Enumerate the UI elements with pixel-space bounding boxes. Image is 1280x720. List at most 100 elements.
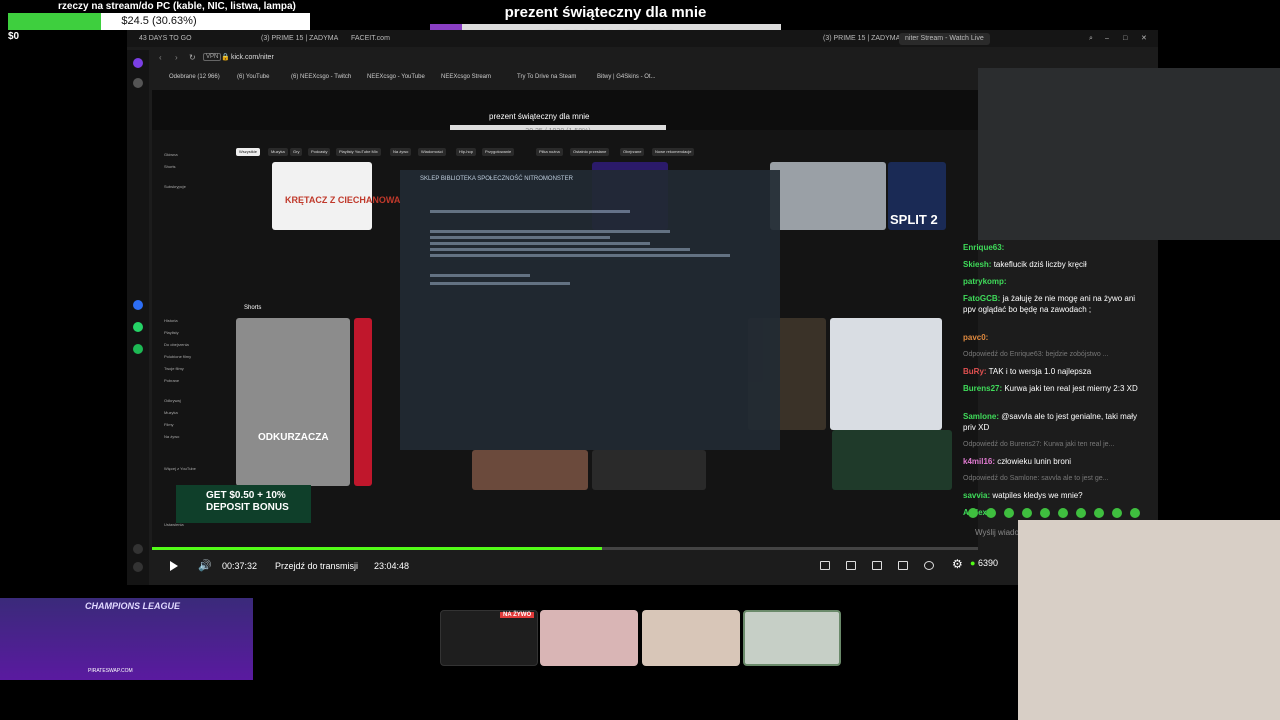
chat-username[interactable]: Skiesh: [963, 260, 991, 269]
yt-chip-new[interactable]: Nowe rekomendacje [652, 148, 695, 156]
yt-nav-your-videos[interactable]: Twoje filmy [164, 366, 184, 371]
chat-message: Enrique63: [963, 242, 1148, 253]
stream-progress-bar[interactable] [152, 547, 978, 550]
fullscreen-icon[interactable] [898, 561, 908, 570]
gear-icon[interactable]: ⚙ [952, 557, 963, 571]
yt-thumb-f1[interactable] [770, 162, 886, 230]
emote-icon[interactable] [1004, 508, 1014, 518]
yt-chip-live[interactable]: Na żywo [390, 148, 412, 156]
chat-username[interactable]: Burens27: [963, 384, 1002, 393]
steam-dialog-tabs: SKLEP BIBLIOTEKA SPOŁECZNOŚĆ NITROMONSTE… [420, 176, 573, 182]
chat-username[interactable]: FatoGCB: [963, 294, 1000, 303]
emote-icon[interactable] [968, 508, 978, 518]
scene-thumb-4[interactable] [743, 610, 841, 666]
messenger-icon[interactable] [133, 300, 143, 310]
yt-nav-downloads[interactable]: Pobrane [164, 378, 179, 383]
yt-short-red[interactable] [354, 318, 372, 486]
quality-icon[interactable] [924, 561, 934, 570]
address-bar[interactable]: ‹ › ↻ VPN 🔒 kick.com/niter [149, 50, 1158, 68]
emote-icon[interactable] [1130, 508, 1140, 518]
chat-username[interactable]: pavc0: [963, 333, 988, 342]
yt-nav-shorts[interactable]: Shorts [164, 164, 176, 169]
yt-chip-football[interactable]: Piłka nożna [536, 148, 563, 156]
home-icon[interactable] [133, 58, 143, 68]
emote-icon[interactable] [1076, 508, 1086, 518]
scene-thumb-1[interactable] [440, 610, 538, 666]
tab-kick-stream[interactable]: niter Stream - Watch Live [899, 33, 990, 45]
reload-icon[interactable]: ↻ [189, 53, 196, 62]
yt-chip-games[interactable]: Gry [290, 148, 303, 156]
yt-nav-watch-later[interactable]: Do obejrzenia [164, 342, 189, 347]
yt-nav-home[interactable]: Główna [164, 152, 178, 157]
tab-faceit[interactable]: FACEIT.com [345, 33, 396, 45]
chat-username[interactable]: patrykomp: [963, 277, 1007, 286]
play-icon[interactable] [170, 561, 178, 571]
yt-chip-news[interactable]: Wiadomości [418, 148, 446, 156]
minimize-icon[interactable]: – [1099, 33, 1115, 45]
back-icon[interactable]: ‹ [159, 53, 162, 62]
tab-countdown[interactable]: 43 DAYS TO GO [133, 33, 198, 45]
yt-chip-podcasts[interactable]: Podcasty [308, 148, 331, 156]
scene-thumb-3[interactable] [642, 610, 740, 666]
yt-chip-music[interactable]: Muzyka [268, 148, 288, 156]
chat-username[interactable]: savvia: [963, 491, 990, 500]
vpn-badge[interactable]: VPN [203, 53, 222, 61]
scene-thumb-2[interactable] [540, 610, 638, 666]
steam-chat-dialog[interactable]: SKLEP BIBLIOTEKA SPOŁECZNOŚĆ NITROMONSTE… [400, 170, 780, 450]
bookmark-neex-youtube[interactable]: NEEXcsgo - YouTube [367, 74, 425, 80]
yt-chip-all[interactable]: Wszystkie [236, 148, 260, 156]
emote-icon[interactable] [1094, 508, 1104, 518]
clip-icon[interactable] [846, 561, 856, 570]
forward-icon[interactable]: › [175, 53, 178, 62]
tab-prime-2[interactable]: (3) PRIME 15 | ZADYMA [817, 33, 906, 45]
chat-username[interactable]: Enrique63: [963, 243, 1004, 252]
go-to-live-button[interactable]: Przejdź do transmisji [275, 561, 358, 571]
emote-icon[interactable] [986, 508, 996, 518]
pin-icon[interactable] [133, 78, 143, 88]
yt-chip-mix[interactable]: Playlisty YouTube Mix [336, 148, 381, 156]
chat-username[interactable]: BuRy: [963, 367, 987, 376]
emote-icon[interactable] [1058, 508, 1068, 518]
emote-icon[interactable] [1112, 508, 1122, 518]
volume-icon[interactable]: 🔊 [198, 559, 212, 572]
yt-short-snow[interactable] [830, 318, 942, 430]
bookmark-neex-stream[interactable]: NEEXcsgo Stream [441, 74, 491, 80]
bookmark-g4skins[interactable]: Bitwy | G4Skins - Ot... [597, 74, 656, 80]
yt-short-car[interactable] [236, 318, 350, 486]
tab-prime-1[interactable]: (3) PRIME 15 | ZADYMA [255, 33, 344, 45]
url-text[interactable]: kick.com/niter [231, 54, 274, 61]
heart-icon[interactable] [133, 544, 143, 554]
yt-chip-watched[interactable]: Obejrzane [620, 148, 645, 156]
yt-chip-hiphop[interactable]: Hip-hop [456, 148, 477, 156]
yt-nav-playlists[interactable]: Playlisty [164, 330, 179, 335]
pip-icon[interactable] [820, 561, 830, 570]
bookmark-twitch[interactable]: (6) NEEXcsgo - Twitch [291, 74, 351, 80]
history-icon[interactable] [133, 562, 143, 572]
bookmark-steam[interactable]: Try To Drive na Steam [517, 74, 576, 80]
yt-nav-subscriptions[interactable]: Subskrypcje [164, 184, 186, 189]
stream-video[interactable]: prezent świąteczny dla mnie 30.25 / 1920… [152, 90, 978, 550]
yt-nav-music[interactable]: Muzyka [164, 410, 178, 415]
bookmark-gmail[interactable]: Odebrane (12 966) [169, 74, 220, 80]
bookmark-youtube[interactable]: (6) YouTube [237, 74, 269, 80]
yt-chip-prep[interactable]: Przygotowanie [482, 148, 515, 156]
webcam-bottom [1018, 520, 1280, 720]
chat-username[interactable]: k4mil16: [963, 457, 995, 466]
search-icon[interactable]: ⌕ [1083, 33, 1099, 45]
yt-nav-liked[interactable]: Polubione filmy [164, 354, 191, 359]
maximize-icon[interactable]: □ [1117, 33, 1133, 45]
yt-nav-live[interactable]: Na żywo [164, 434, 179, 439]
yt-chip-recent[interactable]: Ostatnio przesłane [570, 148, 610, 156]
yt-nav-history[interactable]: Historia [164, 318, 178, 323]
chat-username[interactable]: Samlone: [963, 412, 999, 421]
spotify-icon[interactable] [133, 344, 143, 354]
emote-icon[interactable] [1022, 508, 1032, 518]
close-icon[interactable]: ✕ [1135, 33, 1153, 45]
yt-thumb-bottom-1[interactable] [472, 450, 588, 490]
yt-thumb-bottom-2[interactable] [592, 450, 706, 490]
theater-icon[interactable] [872, 561, 882, 570]
yt-nav-movies[interactable]: Filmy [164, 422, 174, 427]
emote-icon[interactable] [1040, 508, 1050, 518]
yt-thumb-streamer[interactable] [832, 430, 952, 490]
whatsapp-icon[interactable] [133, 322, 143, 332]
